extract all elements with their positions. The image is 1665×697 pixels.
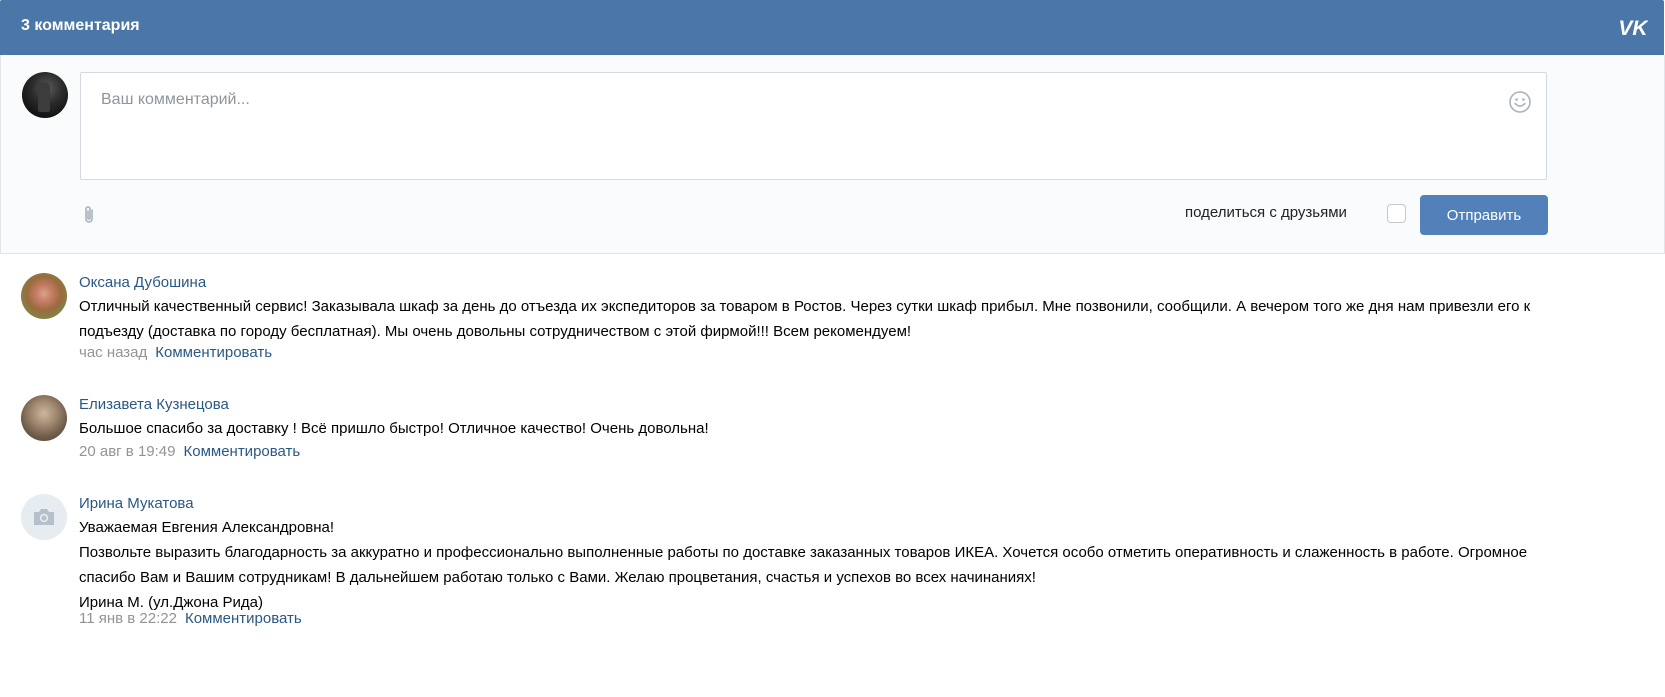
send-button[interactable]: Отправить [1420, 195, 1548, 235]
camera-icon [34, 509, 54, 525]
comment-compose-box: поделиться с друзьями Отправить [0, 55, 1665, 254]
comments-count-title: 3 комментария [21, 17, 140, 34]
comment-meta: 11 янв в 22:22 Комментировать [79, 610, 302, 627]
comment-text: Уважаемая Евгения Александровна! Позволь… [79, 519, 1528, 611]
share-with-friends-label: поделиться с друзьями [1185, 204, 1347, 221]
comment-author[interactable]: Оксана Дубошина [79, 274, 206, 291]
comment-meta: час назад Комментировать [79, 344, 272, 361]
comment-author[interactable]: Елизавета Кузнецова [79, 396, 229, 413]
comment-author[interactable]: Ирина Мукатова [79, 495, 194, 512]
commenter-avatar[interactable] [21, 494, 67, 540]
widget-header: 3 комментария VK [0, 0, 1664, 55]
reply-link[interactable]: Комментировать [185, 610, 302, 627]
vk-logo-text: VK [1618, 18, 1648, 38]
reply-link[interactable]: Комментировать [155, 344, 272, 361]
current-user-avatar[interactable] [22, 72, 68, 118]
comment-text: Отличный качественный сервис! Заказывала… [79, 298, 1531, 340]
comment-time[interactable]: 20 авг в 19:49 [79, 443, 175, 460]
commenter-avatar[interactable] [21, 273, 67, 319]
comment-time[interactable]: 11 янв в 22:22 [79, 610, 177, 627]
share-with-friends-checkbox[interactable] [1387, 204, 1406, 223]
comment-text: Большое спасибо за доставку ! Всё пришло… [79, 420, 709, 437]
comment-meta: 20 авг в 19:49 Комментировать [79, 443, 300, 460]
reply-link[interactable]: Комментировать [183, 443, 300, 460]
comment-input[interactable] [80, 72, 1547, 180]
paperclip-icon[interactable] [80, 204, 98, 226]
commenter-avatar[interactable] [21, 395, 67, 441]
emoji-smile-icon[interactable] [1508, 90, 1532, 114]
comment-time[interactable]: час назад [79, 344, 147, 361]
vk-logo-icon[interactable]: VK [1618, 17, 1649, 40]
